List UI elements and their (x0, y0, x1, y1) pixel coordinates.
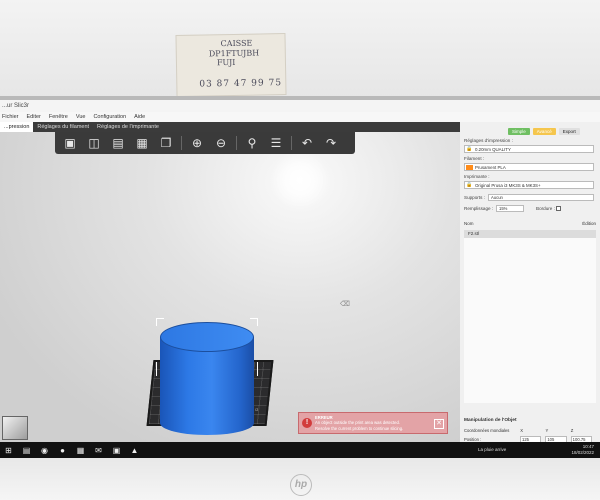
tab-bar: ...pression Réglages du filament Réglage… (0, 122, 460, 132)
screen-glare (270, 150, 330, 210)
lock-icon: 🔒 (466, 146, 473, 152)
tab-printer-settings[interactable]: Réglages de l'imprimante (93, 122, 163, 132)
filament-label: Filament : (464, 156, 485, 161)
add-instance-icon[interactable]: ⊕ (188, 135, 206, 151)
3d-viewport[interactable]: ▣ ◫ ▤ ▦ ❐ ⊕ ⊖ ⚲ ☰ ↶ ↷ ORIGINAL PRUSA i3 (0, 132, 460, 442)
bounding-box-corner (250, 362, 258, 376)
bounding-box-corner (250, 318, 258, 326)
redo-icon[interactable]: ↷ (322, 135, 340, 151)
mode-selector: Simple Avancé Export (508, 128, 580, 135)
brim-label: Bordure : (536, 206, 555, 211)
brim-checkbox[interactable] (556, 206, 561, 211)
menu-item-view[interactable]: Vue (76, 112, 86, 122)
copy-icon[interactable]: ❐ (157, 135, 175, 151)
filament-color-swatch (466, 165, 473, 170)
task-view-icon[interactable]: ▤ (22, 446, 31, 455)
infill-label: Remplissage : (464, 206, 494, 211)
print-settings-value: 0.20mm QUALITY (475, 147, 511, 152)
print-settings-label: Réglages d'impression : (464, 138, 513, 143)
object-list-edit-header: Édition (582, 221, 596, 226)
cylinder-top (160, 322, 254, 352)
sticky-note-code: 03 87 47 99 75 (199, 78, 283, 90)
printer-value: Original Prusa i3 MK3S & MK3S+ (475, 183, 541, 188)
infill-value: 15% (499, 206, 508, 211)
printer-select[interactable]: 🔒 Original Prusa i3 MK3S & MK3S+ (464, 181, 594, 189)
file-explorer-icon[interactable]: ▦ (76, 446, 85, 455)
lock-icon: 🔒 (466, 182, 473, 188)
plater-toolbar: ▣ ◫ ▤ ▦ ❐ ⊕ ⊖ ⚲ ☰ ↶ ↷ (55, 132, 355, 154)
weather-text[interactable]: La pluie arrive (478, 447, 506, 452)
sticky-note-line3: FUJI (216, 58, 236, 68)
menu-item-window[interactable]: Fenêtre (49, 112, 68, 122)
menu-item-help[interactable]: Aide (134, 112, 145, 122)
screen: ...ur Slic3r Fichier Editer Fenêtre Vue … (0, 100, 600, 458)
store-icon[interactable]: ▣ (112, 446, 121, 455)
delete-all-icon[interactable]: ▤ (109, 135, 127, 151)
manip-axes-row: Coordonnées mondiales X Y Z (464, 426, 596, 435)
wall-background (0, 0, 600, 100)
bounding-box-corner (156, 318, 164, 326)
add-object-icon[interactable]: ▣ (61, 135, 79, 151)
object-list (464, 238, 596, 403)
object-list-name-header: Nom (464, 221, 474, 226)
mouse-cursor: ⌫ (340, 301, 350, 308)
slicer-app-icon[interactable]: ▲ (130, 446, 139, 455)
hp-logo: hp (290, 474, 312, 496)
supports-select[interactable]: Aucun (488, 194, 594, 201)
error-icon: ! (302, 418, 312, 428)
error-message-line2: Resolve the current problem to continue … (315, 425, 404, 431)
close-icon[interactable]: ✕ (434, 419, 444, 429)
sticky-note: CAISSE DP1FTUJBH FUJI 03 87 47 99 75 (175, 33, 287, 97)
view-cube[interactable] (2, 416, 28, 440)
infill-select[interactable]: 15% (496, 205, 524, 212)
windows-taskbar: ⊞ ▤ ◉ ● ▦ ✉ ▣ ▲ La pluie arrive 10:47 18… (0, 442, 600, 458)
3d-object-cylinder[interactable] (156, 318, 258, 442)
error-notification: ! ERREUR An object outside the print are… (298, 412, 448, 434)
toolbar-separator (181, 136, 182, 150)
edge-icon[interactable]: ◉ (40, 446, 49, 455)
layers-icon[interactable]: ☰ (267, 135, 285, 151)
axis-x-label: X (520, 428, 524, 433)
object-list-row[interactable]: F2.stl (464, 230, 596, 238)
clock-date: 18/02/2022 (571, 450, 594, 455)
toolbar-separator (291, 136, 292, 150)
window-title: ...ur Slic3r (0, 100, 600, 112)
coords-select[interactable]: Coordonnées mondiales (464, 428, 520, 433)
menu-item-configuration[interactable]: Configuration (93, 112, 126, 122)
mail-icon[interactable]: ✉ (94, 446, 103, 455)
supports-label: Supports : (464, 195, 485, 200)
windows-start-icon[interactable]: ⊞ (4, 446, 13, 455)
remove-instance-icon[interactable]: ⊖ (212, 135, 230, 151)
menu-item-file[interactable]: Fichier (2, 112, 19, 122)
axis-z-label: Z (570, 428, 574, 433)
tab-plater[interactable]: ...pression (0, 122, 34, 132)
bounding-box-corner (156, 362, 164, 376)
system-tray-clock[interactable]: 10:47 18/02/2022 (571, 444, 594, 456)
right-sidebar: Simple Avancé Export Réglages d'impressi… (460, 122, 600, 452)
tab-filament-settings[interactable]: Réglages du filament (33, 122, 93, 132)
mode-advanced-button[interactable]: Avancé (532, 128, 556, 135)
printer-label: Imprimante : (464, 174, 490, 179)
menu-bar: Fichier Editer Fenêtre Vue Configuration… (0, 112, 600, 122)
menu-item-edit[interactable]: Editer (27, 112, 41, 122)
delete-icon[interactable]: ◫ (85, 135, 103, 151)
search-icon[interactable]: ⚲ (243, 135, 261, 151)
axis-y-label: Y (545, 428, 549, 433)
object-list-header: Nom Édition (464, 221, 596, 229)
undo-icon[interactable]: ↶ (298, 135, 316, 151)
arrange-icon[interactable]: ▦ (133, 135, 151, 151)
toolbar-separator (236, 136, 237, 150)
object-name: F2.stl (468, 231, 480, 236)
export-button[interactable]: Export (558, 128, 580, 135)
filament-value: Prusament PLA (475, 165, 506, 170)
chrome-icon[interactable]: ● (58, 446, 67, 455)
filament-select[interactable]: Prusament PLA (464, 163, 594, 171)
object-manipulation-title: Manipulation de l'Objet (464, 418, 517, 423)
supports-value: Aucun (491, 195, 503, 200)
print-settings-select[interactable]: 🔒 0.20mm QUALITY (464, 145, 594, 153)
mode-simple-button[interactable]: Simple (508, 128, 530, 135)
